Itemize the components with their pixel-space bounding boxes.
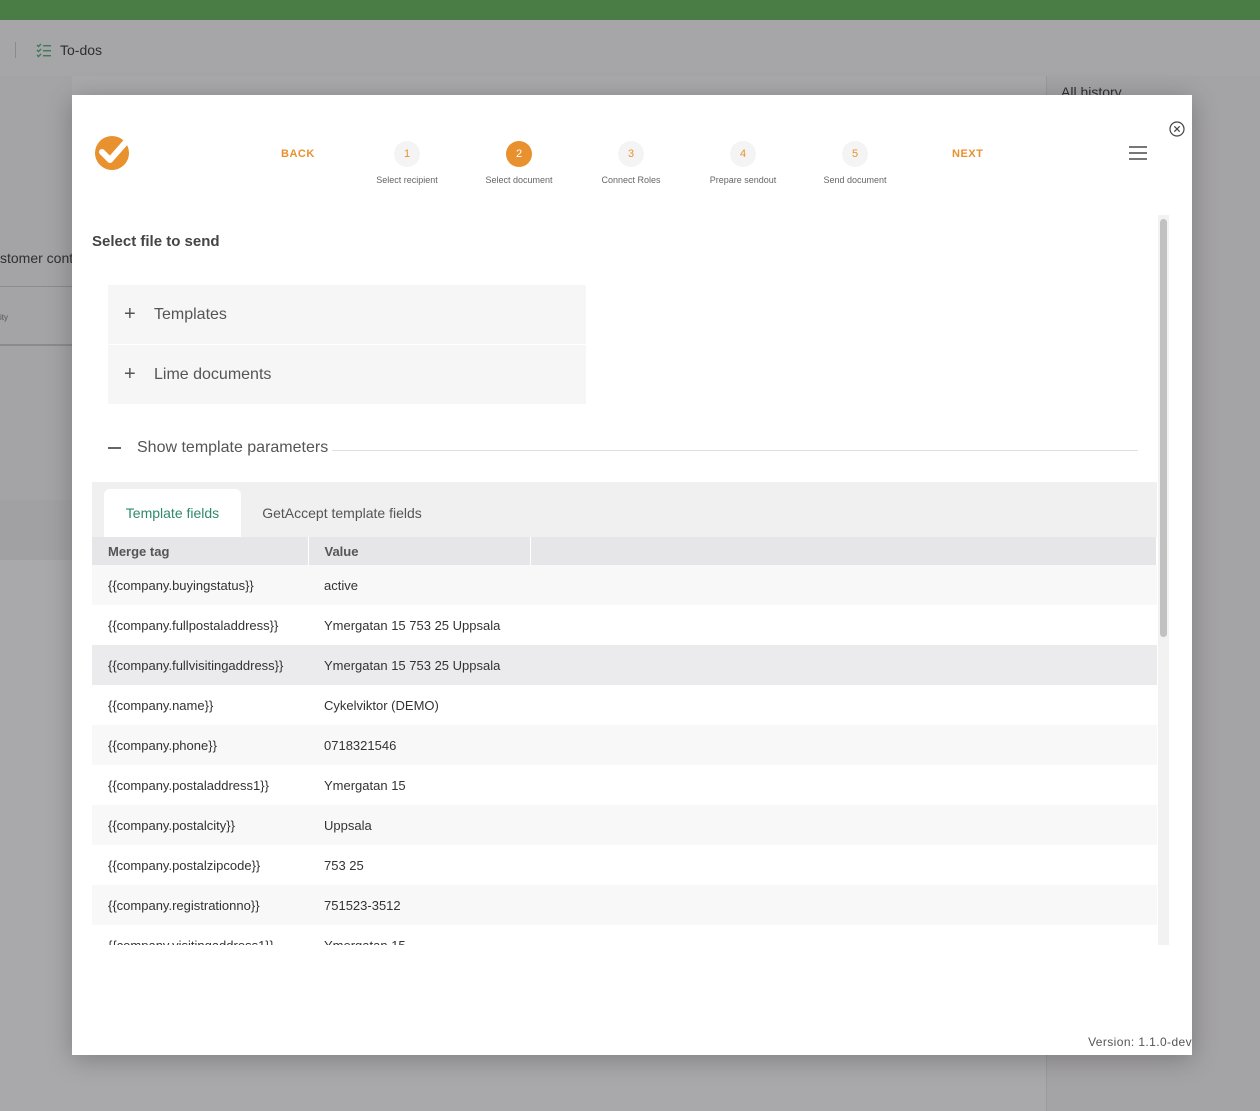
empty-cell	[530, 725, 1157, 765]
merge-tag-cell: {{company.fullvisitingaddress}}	[92, 645, 308, 685]
value-cell: active	[308, 565, 530, 605]
getaccept-logo-icon	[95, 132, 135, 170]
value-cell: 753 25	[308, 845, 530, 885]
empty-header	[530, 537, 1157, 565]
step-number: 3	[618, 141, 644, 167]
app-top-bar	[0, 0, 1260, 20]
table-row[interactable]: {{company.name}} Cykelviktor (DEMO)	[92, 685, 1157, 725]
empty-cell	[530, 885, 1157, 925]
step-number: 4	[730, 141, 756, 167]
empty-cell	[530, 685, 1157, 725]
checklist-icon	[36, 43, 51, 58]
hamburger-menu-icon[interactable]	[1129, 146, 1147, 160]
merge-tag-cell: {{company.phone}}	[92, 725, 308, 765]
step-number: 5	[842, 141, 868, 167]
table-row[interactable]: {{company.fullvisitingaddress}} Ymergata…	[92, 645, 1157, 685]
todos-link[interactable]: To-dos	[36, 42, 102, 58]
page-title: Select file to send	[92, 233, 220, 250]
merge-tag-cell: {{company.registrationno}}	[92, 885, 308, 925]
table-row[interactable]: {{company.registrationno}} 751523-3512	[92, 885, 1157, 925]
tab-template-fields[interactable]: Template fields	[104, 489, 241, 537]
file-source-accordion: + Templates + Lime documents	[108, 285, 586, 405]
value-cell: Cykelviktor (DEMO)	[308, 685, 530, 725]
empty-cell	[530, 925, 1157, 945]
accordion-lime-documents[interactable]: + Lime documents	[108, 345, 586, 405]
wizard-step-5[interactable]: 5 Send document	[795, 141, 915, 185]
value-cell: Ymergatan 15 753 25 Uppsala	[308, 645, 530, 685]
send-document-modal: BACK 1 Select recipient 2 Select documen…	[72, 95, 1192, 1055]
divider	[332, 450, 1138, 451]
accordion-label: Lime documents	[154, 365, 272, 383]
table-row[interactable]: {{company.visitingaddress1}} Ymergatan 1…	[92, 925, 1157, 945]
empty-cell	[530, 645, 1157, 685]
background-customer-text: stomer cont	[0, 250, 74, 266]
merge-tag-cell: {{company.postaladdress1}}	[92, 765, 308, 805]
close-icon[interactable]	[1169, 121, 1185, 137]
vertical-scrollbar[interactable]	[1158, 215, 1169, 945]
table-row[interactable]: {{company.postaladdress1}} Ymergatan 15	[92, 765, 1157, 805]
value-header[interactable]: Value	[308, 537, 531, 565]
step-label: Select recipient	[376, 175, 438, 185]
merge-tag-header[interactable]: Merge tag	[92, 537, 309, 565]
empty-cell	[530, 565, 1157, 605]
merge-tag-cell: {{company.name}}	[92, 685, 308, 725]
merge-tag-cell: {{company.buyingstatus}}	[92, 565, 308, 605]
background-divider	[0, 286, 72, 287]
table-header-row: Merge tag Value	[92, 537, 1157, 565]
empty-cell	[530, 805, 1157, 845]
wizard-step-1[interactable]: 1 Select recipient	[347, 141, 467, 185]
empty-cell	[530, 605, 1157, 645]
step-label: Select document	[485, 175, 553, 185]
merge-tag-cell: {{company.postalzipcode}}	[92, 845, 308, 885]
back-button[interactable]: BACK	[281, 148, 315, 160]
next-button[interactable]: NEXT	[952, 148, 983, 160]
background-left-lower	[0, 500, 72, 560]
toggle-label: Show template parameters	[137, 439, 329, 456]
table-row[interactable]: {{company.fullpostaladdress}} Ymergatan …	[92, 605, 1157, 645]
version-label: Version: 1.1.0-dev	[1088, 1035, 1192, 1049]
table-row[interactable]: {{company.buyingstatus}} active	[92, 565, 1157, 605]
background-divider	[0, 344, 72, 346]
wizard-step-2[interactable]: 2 Select document	[459, 141, 579, 185]
accordion-label: Templates	[154, 305, 227, 323]
todos-label: To-dos	[60, 42, 103, 58]
app-header: To-dos	[0, 20, 1260, 76]
table-row[interactable]: {{company.postalzipcode}} 753 25	[92, 845, 1157, 885]
minus-icon	[108, 447, 121, 449]
step-number: 2	[506, 141, 532, 167]
value-cell: Ymergatan 15 753 25 Uppsala	[308, 605, 530, 645]
value-cell: Ymergatan 15	[308, 925, 530, 945]
show-template-parameters-toggle[interactable]: Show template parameters	[108, 439, 328, 457]
template-fields-table: Merge tag Value {{company.buyingstatus}}…	[92, 537, 1157, 945]
value-cell: 751523-3512	[308, 885, 530, 925]
background-left-panel: stomer cont ity	[0, 76, 74, 500]
step-label: Connect Roles	[601, 175, 661, 185]
step-label: Send document	[823, 175, 887, 185]
empty-cell	[530, 845, 1157, 885]
value-cell: Ymergatan 15	[308, 765, 530, 805]
step-label: Prepare sendout	[709, 175, 777, 185]
accordion-templates[interactable]: + Templates	[108, 285, 586, 345]
tab-getaccept-template-fields[interactable]: GetAccept template fields	[252, 489, 432, 537]
table-row[interactable]: {{company.postalcity}} Uppsala	[92, 805, 1157, 845]
value-cell: 0718321546	[308, 725, 530, 765]
background-small-text: ity	[0, 313, 8, 322]
empty-cell	[530, 765, 1157, 805]
plus-icon: +	[124, 363, 136, 385]
merge-tag-cell: {{company.visitingaddress1}}	[92, 925, 308, 945]
step-number: 1	[394, 141, 420, 167]
wizard-step-3[interactable]: 3 Connect Roles	[571, 141, 691, 185]
merge-tag-cell: {{company.postalcity}}	[92, 805, 308, 845]
merge-tag-cell: {{company.fullpostaladdress}}	[92, 605, 308, 645]
value-cell: Uppsala	[308, 805, 530, 845]
scrollbar-thumb[interactable]	[1160, 219, 1167, 637]
plus-icon: +	[124, 303, 136, 325]
tab-bar: Template fields GetAccept template field…	[92, 482, 1157, 537]
table-row[interactable]: {{company.phone}} 0718321546	[92, 725, 1157, 765]
header-separator	[15, 42, 16, 58]
wizard-step-4[interactable]: 4 Prepare sendout	[683, 141, 803, 185]
